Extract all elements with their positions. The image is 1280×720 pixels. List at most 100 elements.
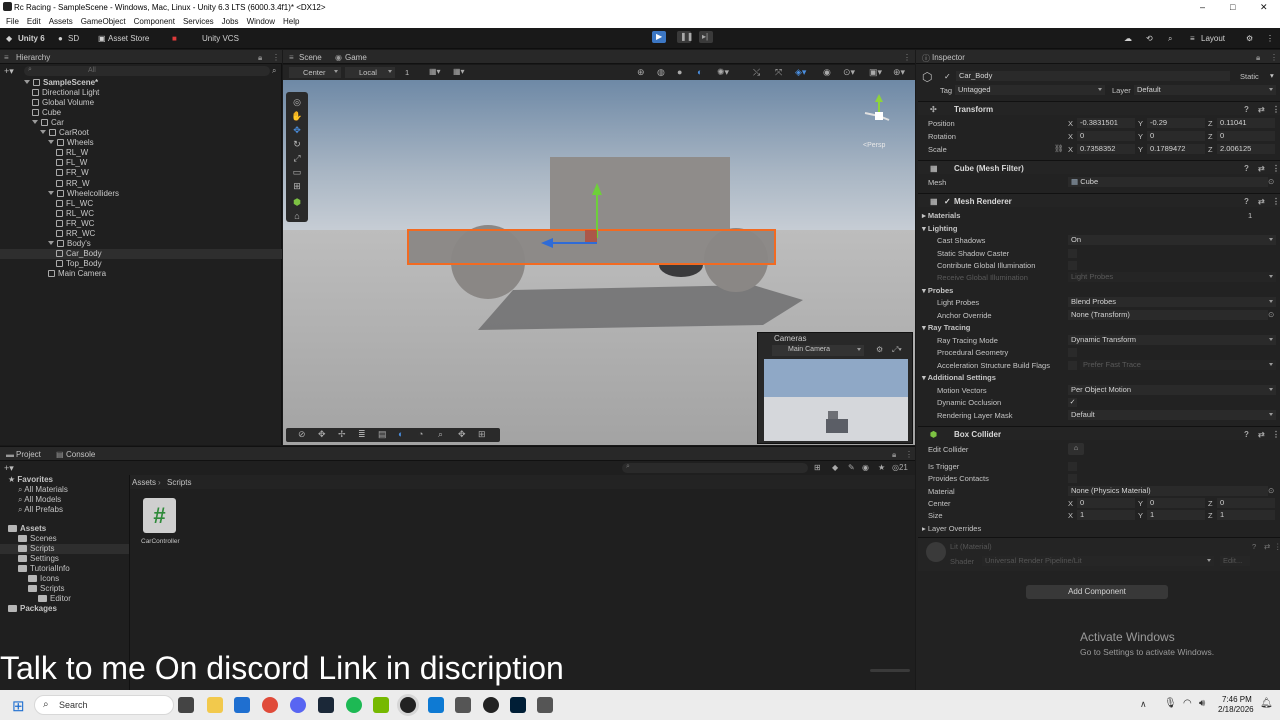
render-mode-icon[interactable]: ▣▾ bbox=[869, 67, 882, 78]
notification-icon[interactable]: 🔔︎ bbox=[1260, 698, 1273, 709]
hierarchy-item[interactable]: Directional Light bbox=[0, 88, 282, 98]
spotify-icon[interactable] bbox=[346, 697, 362, 713]
expand-arrow-icon[interactable] bbox=[48, 190, 54, 195]
project-tree-item[interactable]: ⌕ All Materials bbox=[0, 485, 129, 495]
axis-y-label[interactable]: Y bbox=[1138, 145, 1143, 154]
grid-snap-icon[interactable]: ▦▾ bbox=[429, 67, 441, 76]
script-file-icon[interactable]: # bbox=[143, 498, 176, 533]
hierarchy-item[interactable]: FR_WC bbox=[0, 219, 282, 229]
collider-center-x-field[interactable]: 0 bbox=[1077, 498, 1135, 508]
custom-tool-icon[interactable]: ⬢ bbox=[291, 196, 303, 208]
record-icon[interactable]: ■ bbox=[172, 34, 177, 43]
snap-icon-3[interactable]: ✢ bbox=[338, 429, 346, 440]
scene-more-icon[interactable]: ⊕▾ bbox=[893, 67, 905, 78]
search-icon[interactable]: ⌕ bbox=[1168, 34, 1172, 44]
unity-vcs-button[interactable]: Unity VCS bbox=[202, 34, 239, 43]
hand-tool-icon[interactable]: ✋ bbox=[291, 110, 303, 122]
more-icon[interactable]: ⋮ bbox=[272, 53, 280, 62]
transform-tool-icon[interactable]: ⊞ bbox=[291, 180, 303, 192]
persp-label[interactable]: <Persp bbox=[863, 142, 885, 149]
hierarchy-item[interactable]: Top_Body bbox=[0, 259, 282, 269]
lit-icon[interactable]: ◐ bbox=[697, 67, 702, 77]
history-icon[interactable]: ⟲ bbox=[1146, 34, 1153, 43]
scale-y-field[interactable]: 0.1789472 bbox=[1147, 144, 1205, 154]
volume-icon[interactable]: 🔊︎ bbox=[1199, 698, 1205, 709]
snap-icon-5[interactable]: ▤ bbox=[378, 429, 387, 440]
additional-settings-foldout[interactable]: ▾ Additional Settings bbox=[922, 373, 996, 382]
camera-settings-icon[interactable]: ⚙ bbox=[876, 345, 883, 354]
create-icon[interactable]: +▾ bbox=[4, 463, 14, 474]
gizmos-icon[interactable]: ◈▾ bbox=[795, 67, 806, 78]
tab-project[interactable]: Project bbox=[16, 450, 41, 459]
lock-icon[interactable]: 🔒︎ bbox=[1256, 53, 1260, 63]
snap-icon-7[interactable]: ◔ bbox=[418, 429, 423, 439]
favorite-icon[interactable]: ★ bbox=[878, 463, 885, 472]
axis-z-label[interactable]: Z bbox=[1208, 132, 1213, 141]
contribute-gi-checkbox[interactable] bbox=[1068, 261, 1077, 270]
close-button[interactable]: ✕ bbox=[1260, 2, 1268, 13]
file-explorer-icon[interactable] bbox=[207, 697, 223, 713]
static-shadow-caster-checkbox[interactable] bbox=[1068, 249, 1077, 258]
hierarchy-item[interactable]: FL_WC bbox=[0, 199, 282, 209]
rendering-layer-mask-dropdown[interactable]: Default bbox=[1068, 410, 1276, 420]
microphone-icon[interactable]: 🎙︎ bbox=[1164, 698, 1177, 709]
play-button[interactable]: ▶ bbox=[652, 31, 666, 43]
materials-foldout[interactable]: ▸ Materials bbox=[922, 211, 960, 220]
project-tree-item[interactable]: Assets bbox=[0, 524, 129, 534]
add-component-button[interactable]: Add Component bbox=[1026, 585, 1168, 599]
zoom-slider[interactable] bbox=[870, 669, 910, 672]
collider-center-z-field[interactable]: 0 bbox=[1217, 498, 1275, 508]
collider-size-y-field[interactable]: 1 bbox=[1147, 510, 1205, 520]
menu-jobs[interactable]: Jobs bbox=[222, 17, 239, 26]
step-button[interactable]: ▸| bbox=[699, 31, 713, 43]
hierarchy-item[interactable]: RL_WC bbox=[0, 209, 282, 219]
expand-arrow-icon[interactable] bbox=[48, 240, 54, 245]
asset-store-button[interactable]: Asset Store bbox=[108, 34, 149, 43]
unity-hub-icon[interactable] bbox=[455, 697, 471, 713]
rotation-x-field[interactable]: 0 bbox=[1077, 131, 1135, 141]
account-button[interactable]: SD bbox=[68, 34, 79, 43]
hierarchy-item[interactable]: Car bbox=[0, 118, 282, 128]
tab-scene[interactable]: Scene bbox=[299, 53, 322, 62]
tab-hierarchy[interactable]: Hierarchy bbox=[16, 53, 50, 62]
search-input[interactable]: ⌕ All bbox=[24, 66, 270, 76]
hierarchy-item[interactable]: RR_WC bbox=[0, 229, 282, 239]
axis-y-label[interactable]: Y bbox=[1138, 119, 1143, 128]
is-trigger-checkbox[interactable] bbox=[1068, 462, 1077, 471]
settings-icon[interactable]: ⚙ bbox=[1246, 34, 1253, 43]
expand-arrow-icon[interactable] bbox=[48, 140, 54, 145]
fx-icon[interactable]: ⤧ bbox=[775, 67, 782, 78]
edit-collider-button[interactable]: ⌂ bbox=[1068, 443, 1084, 455]
tab-console[interactable]: Console bbox=[66, 450, 95, 459]
project-search-input[interactable]: ⌕ bbox=[622, 463, 808, 473]
clock-time[interactable]: 7:46 PM bbox=[1222, 695, 1252, 704]
tag-dropdown[interactable]: Untagged bbox=[955, 85, 1105, 95]
motion-vectors-dropdown[interactable]: Per Object Motion bbox=[1068, 385, 1276, 395]
expand-arrow-icon[interactable] bbox=[40, 130, 46, 135]
rotation-z-field[interactable]: 0 bbox=[1217, 131, 1275, 141]
cast-shadows-dropdown[interactable]: On bbox=[1068, 235, 1276, 245]
snap-icon-6[interactable]: ◐ bbox=[398, 429, 403, 439]
physics-material-field[interactable]: None (Physics Material) bbox=[1068, 486, 1268, 496]
axis-z-label[interactable]: Z bbox=[1208, 511, 1213, 520]
help-icon[interactable]: ? bbox=[1252, 542, 1256, 551]
grid-icon[interactable]: ▦▾ bbox=[453, 67, 465, 76]
hierarchy-item[interactable]: Cube bbox=[0, 108, 282, 118]
object-name-field[interactable]: Car_Body bbox=[956, 71, 1230, 81]
more-icon[interactable]: ⋮ bbox=[905, 450, 913, 459]
breadcrumb-assets[interactable]: Assets bbox=[132, 478, 156, 487]
layer-overrides-foldout[interactable]: ▸ Layer Overrides bbox=[922, 524, 981, 533]
tray-expand-icon[interactable]: ∧ bbox=[1140, 699, 1147, 710]
axis-y-label[interactable]: Y bbox=[1138, 499, 1143, 508]
scale-z-field[interactable]: 2.006125 bbox=[1217, 144, 1275, 154]
snap-icon-2[interactable]: ✥ bbox=[318, 429, 326, 440]
rotate-tool-icon[interactable]: ↻ bbox=[291, 138, 303, 150]
more-icon[interactable]: ⋮ bbox=[1266, 34, 1274, 43]
layer-dropdown[interactable]: Default bbox=[1134, 85, 1276, 95]
project-tree-item[interactable]: ⌕ All Prefabs bbox=[0, 505, 129, 515]
hierarchy-item[interactable]: Main Camera bbox=[0, 269, 282, 279]
breadcrumb-scripts[interactable]: Scripts bbox=[167, 478, 191, 487]
menu-component[interactable]: Component bbox=[134, 17, 175, 26]
snap-icon-10[interactable]: ⊞ bbox=[478, 429, 486, 440]
scale-tool-icon[interactable]: ⤢ bbox=[291, 152, 303, 164]
